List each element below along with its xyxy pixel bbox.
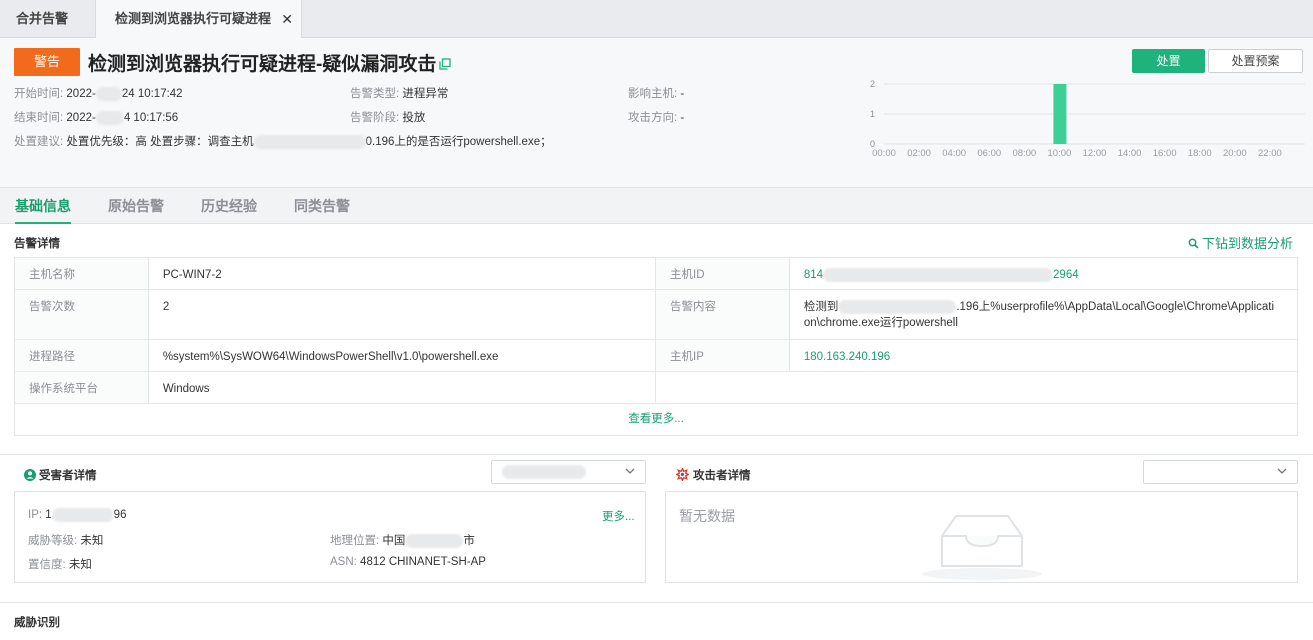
victim-ip: IP: 1 96	[28, 508, 127, 522]
chart-x-tick-label: 20:00	[1223, 148, 1247, 156]
dispose-advice: 处置建议: 处置优先级：高 处置步骤：调查主机 0.196上的是否运行powers…	[14, 134, 552, 149]
victim-more-link[interactable]: 更多...	[602, 508, 635, 524]
chart-x-tick-label: 08:00	[1012, 148, 1036, 156]
redacted	[51, 508, 114, 522]
chevron-down-icon	[625, 468, 635, 474]
top-tab-bar: 合并告警 检测到浏览器执行可疑进程 ✕	[0, 0, 1313, 39]
user-icon	[24, 469, 36, 481]
table-row: 操作系统平台 Windows	[15, 372, 1297, 404]
chart-x-tick-label: 14:00	[1118, 148, 1142, 156]
tab-raw-alerts[interactable]: 原始告警	[108, 188, 164, 224]
alert-header: 警告 检测到浏览器执行可疑进程-疑似漏洞攻击 处置 处置预案 开始时间: 202…	[0, 38, 1313, 188]
drill-down-label: 下钻到数据分析	[1202, 236, 1294, 251]
table-row: 进程路径 %system%\SysWOW64\WindowsPowerShell…	[15, 340, 1297, 372]
alert-trend-chart: 01200:00 02:00 04:00 06:00 08:00 10:00 12:00 14…	[870, 80, 1305, 156]
details-table: 主机名称 PC-WIN7-2 主机ID 814 2964 告警次数 2 告警内容 …	[14, 257, 1298, 436]
victim-select[interactable]	[491, 460, 646, 484]
tab-alert-detail-label: 检测到浏览器执行可疑进程	[115, 11, 272, 26]
table-row: 告警次数 2 告警内容 检测到 .196上%userprofile%\AppDat…	[15, 290, 1297, 340]
threat-identification-title: 威胁识别	[14, 617, 60, 629]
empty-inbox-icon	[922, 515, 1042, 580]
tab-basic-info[interactable]: 基础信息	[15, 188, 71, 224]
affected-host: 影响主机: -	[628, 88, 685, 100]
tab-merged-alerts[interactable]: 合并告警	[0, 0, 96, 38]
page-title: 检测到浏览器执行可疑进程-疑似漏洞攻击	[88, 49, 451, 76]
confidence: 置信度: 未知	[28, 559, 92, 571]
host-id-value[interactable]: 814 2964	[790, 258, 1297, 289]
dispose-button[interactable]: 处置	[1132, 49, 1205, 73]
external-link-icon[interactable]	[439, 58, 451, 70]
victim-title: 受害者详情	[24, 467, 97, 483]
attack-direction: 攻击方向: -	[628, 112, 685, 124]
attacker-title: 攻击者详情	[675, 467, 751, 483]
chart-y-tick-label: 1	[870, 109, 875, 119]
chart-x-tick-label: 16:00	[1153, 148, 1177, 156]
table-row: 主机名称 PC-WIN7-2 主机ID 814 2964	[15, 258, 1297, 290]
redacted	[95, 110, 124, 125]
chart-x-tick-label: 12:00	[1083, 148, 1107, 156]
start-time: 开始时间: 2022- 24 10:17:42	[14, 86, 183, 101]
search-icon	[1188, 238, 1199, 249]
chart-x-tick-label: 04:00	[942, 148, 966, 156]
chart-x-tick-label: 18:00	[1188, 148, 1212, 156]
geo-location: 地理位置: 中国市	[330, 533, 475, 548]
severity-badge: 警告	[14, 48, 80, 76]
asn: ASN: 4812 CHINANET-SH-AP	[330, 556, 486, 568]
chart-x-tick-label: 02:00	[907, 148, 931, 156]
tab-alert-detail[interactable]: 检测到浏览器执行可疑进程 ✕	[96, 0, 302, 39]
redacted	[405, 533, 464, 548]
host-ip-value[interactable]: 180.163.240.196	[790, 340, 1297, 371]
tab-similar-alerts[interactable]: 同类告警	[294, 188, 350, 224]
chart-x-tick-label: 00:00	[872, 148, 896, 156]
victim-card: IP: 1 96 更多... 威胁等级: 未知 置信度: 未知 地理位置: 中国市…	[14, 491, 646, 583]
page-title-text: 检测到浏览器执行可疑进程-疑似漏洞攻击	[88, 54, 437, 75]
victim-attacker-section: 受害者详情 IP: 1 96 更多... 威胁等级: 未知 置信度: 未知 地理位…	[0, 454, 1313, 602]
alert-details-panel: 告警详情 下钻到数据分析 主机名称 PC-WIN7-2 主机ID 814 2964…	[0, 224, 1313, 454]
attacker-icon	[675, 467, 690, 482]
redacted	[838, 299, 957, 314]
section-tabs: 基础信息 原始告警 历史经验 同类告警	[0, 188, 1313, 224]
redacted	[253, 134, 366, 149]
chart-bar	[1053, 84, 1067, 144]
end-time: 结束时间: 2022- 4 10:17:56	[14, 110, 179, 125]
chart-x-tick-label: 10:00	[1048, 148, 1072, 156]
chart-y-tick-label: 2	[870, 80, 875, 89]
close-icon[interactable]: ✕	[281, 0, 293, 38]
redacted	[823, 267, 1054, 282]
chart-x-tick-label: 22:00	[1258, 148, 1282, 156]
drill-down-link[interactable]: 下钻到数据分析	[1188, 233, 1293, 252]
alert-details-title: 告警详情	[14, 238, 60, 250]
chart-x-tick-label: 06:00	[977, 148, 1001, 156]
dispose-plan-button[interactable]: 处置预案	[1208, 49, 1303, 73]
redacted	[502, 465, 586, 479]
chevron-down-icon	[1277, 468, 1287, 474]
attacker-select[interactable]	[1143, 460, 1298, 484]
threat-identification-section: 威胁识别	[0, 602, 1313, 640]
alert-stage: 告警阶段: 投放	[350, 112, 426, 124]
threat-level: 威胁等级: 未知	[28, 535, 104, 547]
no-data-text: 暂无数据	[679, 508, 735, 524]
view-more-link[interactable]: 查看更多...	[15, 404, 1297, 436]
alert-type: 告警类型: 进程异常	[350, 88, 449, 100]
alert-content-value: 检测到 .196上%userprofile%\AppData\Local\Goog…	[803, 299, 1275, 329]
attacker-card: 暂无数据	[665, 491, 1298, 583]
redacted	[95, 86, 122, 101]
tab-history[interactable]: 历史经验	[201, 188, 257, 224]
